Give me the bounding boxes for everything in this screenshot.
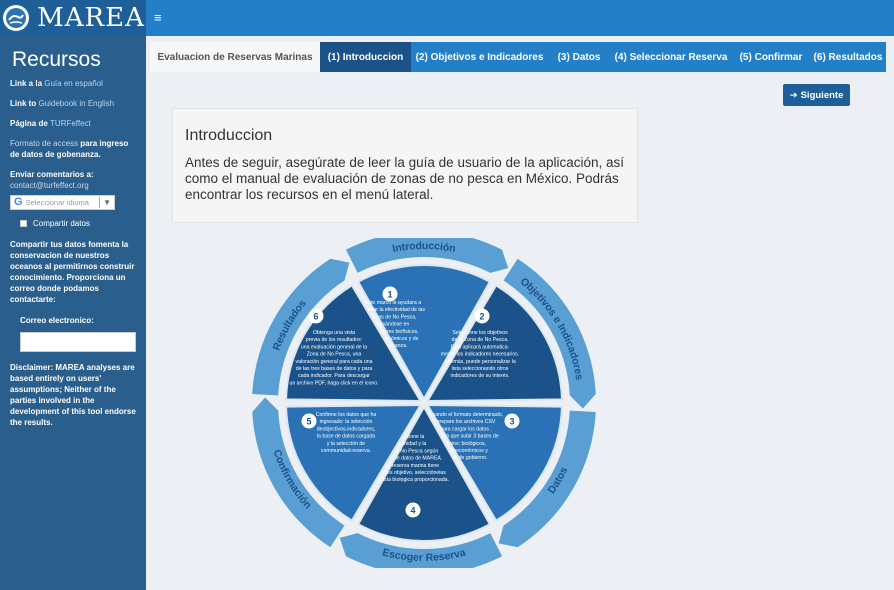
tab-resultados[interactable]: (6) Resultados xyxy=(810,42,886,72)
step-text-line: Zonas de No Pesca, xyxy=(369,314,416,320)
guidebook-link[interactable]: Guidebook in English xyxy=(38,99,114,108)
step-text-line: cada indicador. Para descargar xyxy=(298,373,370,379)
turfeffect-link[interactable]: TURFeffect xyxy=(50,119,91,128)
diagram-wedges: 1Este marco le ayudara aevaluar la efect… xyxy=(285,264,563,542)
step-text-line: lista seleccionando otros xyxy=(452,366,509,372)
step-text-line: datos: biológicos, xyxy=(446,441,486,447)
step-text-line: mente los indicadores necesarios. xyxy=(441,352,519,358)
share-data-checkbox[interactable] xyxy=(20,220,27,227)
sidebar: Recursos Link a la Guía en español Link … xyxy=(0,36,146,590)
step-text-line: evaluar la efectividad de las xyxy=(361,307,425,313)
tab-introduccion[interactable]: (1) Introduccion xyxy=(320,42,411,72)
step-text-line: Seleccione los objetivos xyxy=(452,330,508,336)
hamburger-icon[interactable]: ≡ xyxy=(154,10,162,25)
comments-label: Enviar comentarios a: xyxy=(10,170,94,179)
step-number: 5 xyxy=(306,417,311,427)
intro-body: Antes de seguir, asegúrate de leer la gu… xyxy=(185,155,625,202)
sidebar-title: Recursos xyxy=(12,48,101,71)
link-prefix: Página de xyxy=(10,119,48,128)
next-button[interactable]: ➔ Siguiente xyxy=(783,84,850,106)
language-select[interactable]: G Seleccionar idioma ▼ xyxy=(10,195,115,210)
step-text-line: Si su reserva marina tiene xyxy=(379,463,439,469)
share-data-label: Compartir datos xyxy=(33,219,90,228)
step-number: 3 xyxy=(509,417,514,427)
comments-email[interactable]: contact@turfeffect.org xyxy=(10,180,138,191)
step-text-line: communidad-reserva. xyxy=(321,448,371,454)
sidebar-comments: Enviar comentarios a: contact@turfeffect… xyxy=(10,169,138,191)
step-text-line: especies objetivo, selecciónelas xyxy=(372,470,446,476)
step-text-line: basándose en xyxy=(377,322,410,328)
tab-objetivos[interactable]: (2) Objetivos e Indicadores xyxy=(411,42,548,72)
globe-logo-icon xyxy=(3,5,30,31)
step-text-line: Confirme los datos que ha xyxy=(316,412,377,418)
sidebar-access-format[interactable]: Formato de access para ingreso de datos … xyxy=(10,138,138,160)
step-text-line: Obtenga una vista xyxy=(313,330,355,336)
step-text-line: Usando el formato determinado, xyxy=(429,412,503,418)
step-text-line: deobjectivos-indicadores, xyxy=(317,426,376,432)
next-button-label: Siguiente xyxy=(800,89,844,101)
step-text-line: Zona de No Pesca, una xyxy=(307,352,362,358)
chevron-down-icon: ▼ xyxy=(99,197,114,208)
step-text-line: un archivo PDF, haga click en el icono. xyxy=(289,380,378,386)
step-text-line: valoración general para cada una xyxy=(295,359,372,365)
sidebar-link-guidebook[interactable]: Link to Guidebook in English xyxy=(10,98,138,109)
step-text-line: Además, puede personalizar la xyxy=(444,359,516,365)
logo-text: MAREA xyxy=(37,3,145,33)
step-text-line: Este marco le ayudara a xyxy=(365,300,421,306)
step-number: 1 xyxy=(387,290,392,300)
tab-datos[interactable]: (3) Datos xyxy=(548,42,610,72)
step-text-line: Esto aplicará automatica- xyxy=(451,344,510,350)
step-text-line: indicadores de su interés. xyxy=(450,373,509,379)
intro-title: Introduccion xyxy=(185,127,273,144)
arrow-right-icon: ➔ xyxy=(789,89,798,101)
step-text-line: de la Zona de No Pesca. xyxy=(451,337,508,343)
tab-confirmar[interactable]: (5) Confirmar xyxy=(732,42,810,72)
disclaimer: Disclaimer: MAREA analyses are based ent… xyxy=(10,363,136,427)
step-text-line: para cargar los datos . xyxy=(440,426,492,432)
step-text-line: ingresado: la selección xyxy=(320,419,373,425)
access-link[interactable]: Formato de access xyxy=(10,139,78,148)
sidebar-link-guia[interactable]: Link a la Guía en español xyxy=(10,78,138,89)
guia-link[interactable]: Guía en español xyxy=(44,79,103,88)
step-text-line: la base de datos cargada xyxy=(317,434,375,440)
step-text-line: previa de los resultados: xyxy=(306,337,362,343)
sidebar-link-turfeffect[interactable]: Página de TURFeffect xyxy=(10,118,138,129)
share-paragraph: Compartir tus datos fomenta la conservac… xyxy=(10,240,135,304)
tab-title[interactable]: Evaluacion de Reservas Marinas xyxy=(150,42,320,72)
workflow-diagram: 1Este marco le ayudara aevaluar la efect… xyxy=(252,238,596,568)
step-number: 4 xyxy=(410,506,415,516)
step-text-line: una evaluación general de la xyxy=(301,344,367,350)
app-logo[interactable]: MAREA xyxy=(0,0,146,36)
google-icon: G xyxy=(14,196,23,208)
step-text-line: y la selección de xyxy=(327,441,365,447)
top-navbar: ≡ xyxy=(146,0,894,36)
intro-panel: Introduccion Antes de seguir, asegúrate … xyxy=(172,108,638,223)
step-text-line: Tendrá que subir 3 bases de xyxy=(433,434,499,440)
email-field[interactable] xyxy=(20,332,136,352)
link-prefix: Link a la xyxy=(10,79,43,88)
step-text-line: de la lista biologica proporcionada. xyxy=(369,477,449,483)
email-label: Correo electronico: xyxy=(20,316,94,325)
tab-seleccionar-reserva[interactable]: (4) Seleccionar Reserva xyxy=(610,42,732,72)
step-number: 6 xyxy=(313,312,318,322)
language-select-placeholder: Seleccionar idioma xyxy=(25,198,89,207)
share-data-checkbox-row[interactable]: Compartir datos xyxy=(20,218,138,229)
step-text-line: prepare los archivos CSV xyxy=(437,419,496,425)
step-number: 2 xyxy=(479,312,484,322)
tab-bar: Evaluacion de Reservas Marinas (1) Intro… xyxy=(150,42,886,72)
link-prefix: Link to xyxy=(10,99,37,108)
step-text-line: de las tres bases de datos y para xyxy=(296,366,373,372)
